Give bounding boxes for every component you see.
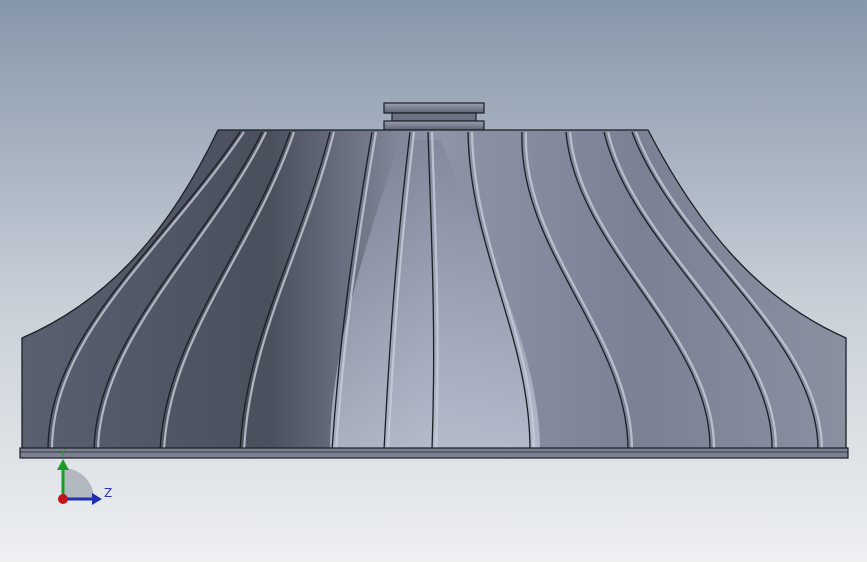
- base-plate: [19, 447, 849, 459]
- triad-origin-x-icon: [58, 494, 68, 504]
- shaft-cap: [383, 102, 485, 131]
- triad-z-label: Z: [104, 486, 112, 500]
- triad-y-label: Y: [59, 449, 66, 459]
- graphics-viewport[interactable]: Z Y: [0, 0, 867, 562]
